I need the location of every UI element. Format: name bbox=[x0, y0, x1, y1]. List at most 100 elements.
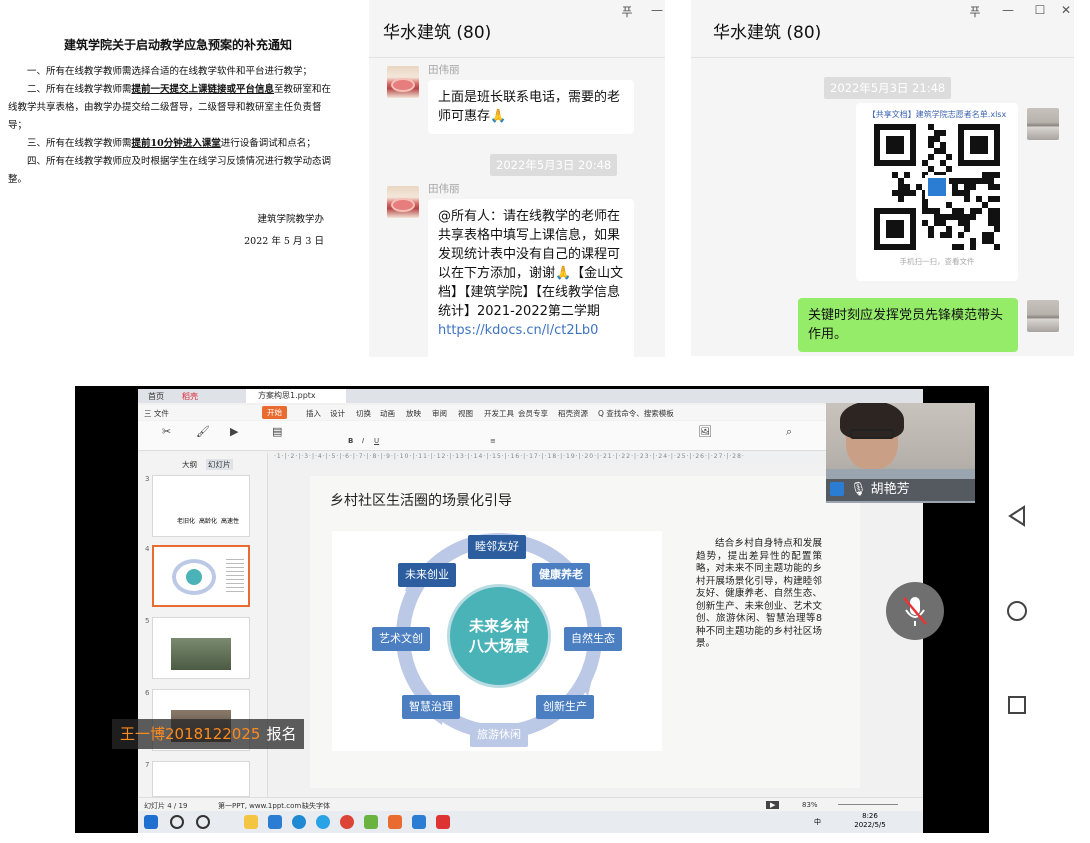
cut-icon[interactable]: ✂ bbox=[162, 425, 171, 438]
qr-code-icon bbox=[874, 124, 1000, 250]
tab-home[interactable]: 首页 bbox=[148, 391, 164, 402]
mute-button[interactable] bbox=[886, 582, 944, 640]
participant-tag: 报名 bbox=[266, 725, 297, 743]
mic-icon: 🎙 bbox=[850, 482, 867, 497]
avatar[interactable] bbox=[1027, 108, 1059, 140]
thumb-text: 高速性 bbox=[221, 518, 240, 525]
menu-item[interactable]: 切换 bbox=[356, 408, 371, 419]
mail-icon[interactable] bbox=[268, 815, 282, 829]
folder-icon[interactable] bbox=[244, 815, 258, 829]
android-nav-bar bbox=[989, 386, 1045, 833]
menu-item[interactable]: 开始 bbox=[262, 406, 287, 419]
menu-item[interactable]: 三 文件 bbox=[144, 408, 169, 419]
participant-name: 王一博2018122025 bbox=[120, 725, 261, 743]
new-slide-icon[interactable]: ▤ bbox=[272, 425, 282, 438]
camera-name-bar: 🎙 胡艳芳 bbox=[826, 479, 975, 501]
menu-item[interactable]: 审阅 bbox=[432, 408, 447, 419]
underline-icon[interactable]: U bbox=[374, 437, 379, 445]
menu-item[interactable]: 视图 bbox=[458, 408, 473, 419]
chat-title[interactable]: 华水建筑 (80) bbox=[713, 18, 821, 43]
message-text: @所有人：请在线教学的老师在共享表格中填写上课信息，如果发现统计表中没有自己的课… bbox=[438, 209, 624, 319]
wps-menu-bar: 三 文件 开始 插入 设计 切换 动画 放映 审阅 视图 开发工具 会员专享 稻壳资源 Q 查找命令、搜… bbox=[138, 405, 923, 420]
message-bubble[interactable]: @所有人：请在线教学的老师在共享表格中填写上课信息，如果发现统计表中没有自己的课… bbox=[428, 199, 634, 357]
slide-thumbnail[interactable] bbox=[152, 617, 250, 679]
back-icon[interactable] bbox=[1003, 502, 1031, 530]
tab-file[interactable]: 方案构思1.pptx bbox=[246, 389, 346, 403]
wps-writer-icon[interactable] bbox=[436, 815, 450, 829]
avatar[interactable] bbox=[387, 186, 419, 218]
menu-item[interactable]: 会员专享 bbox=[518, 408, 548, 419]
ime-indicator[interactable]: 中 bbox=[814, 817, 821, 827]
file-card[interactable]: 【共享文档】建筑学院志愿者名单.xlsx 手机扫一扫，查看文件 bbox=[856, 103, 1018, 281]
slide-thumbnail[interactable]: 老旧化 高龄化 高速性 bbox=[152, 475, 250, 537]
wps-tab-bar: 首页 稻壳 方案构思1.pptx bbox=[138, 389, 923, 403]
cortana-icon[interactable] bbox=[196, 815, 210, 829]
chrome-icon[interactable] bbox=[340, 815, 354, 829]
scene-diagram: 未来乡村 八大场景 睦邻友好 健康养老 自然生态 创新生产 旅游休闲 智慧治理 … bbox=[332, 531, 662, 751]
format-painter-icon[interactable]: 🖌 bbox=[196, 425, 210, 438]
missing-font[interactable]: 缺失字体 bbox=[302, 801, 330, 811]
panel-tab-slides[interactable]: 幻灯片 bbox=[206, 459, 233, 470]
scene-node: 智慧治理 bbox=[402, 695, 460, 719]
file-card-hint: 手机扫一扫，查看文件 bbox=[899, 257, 975, 266]
menu-item[interactable]: 设计 bbox=[330, 408, 345, 419]
panel-tab-outline[interactable]: 大纲 bbox=[182, 459, 197, 470]
align-icon[interactable]: ≡ bbox=[490, 437, 496, 445]
menu-item[interactable]: Q 查找命令、搜索模板 bbox=[598, 408, 674, 419]
notice-item-2-underlined: 提前一天提交上课链接或平台信息 bbox=[131, 84, 275, 95]
home-icon[interactable] bbox=[1003, 597, 1031, 625]
tab-shell[interactable]: 稻壳 bbox=[182, 391, 198, 402]
minimize-button[interactable]: — bbox=[1000, 3, 1016, 17]
search-icon[interactable] bbox=[170, 815, 184, 829]
slide-thumbnail-selected[interactable] bbox=[152, 545, 250, 607]
recents-icon[interactable] bbox=[1003, 691, 1031, 719]
camera-tile[interactable]: 🎙 胡艳芳 bbox=[826, 403, 975, 503]
minimize-button[interactable]: — bbox=[649, 3, 665, 17]
zoom-slider[interactable] bbox=[838, 804, 898, 805]
browser-icon[interactable] bbox=[316, 815, 330, 829]
notice-signature-org: 建筑学院教学办 bbox=[257, 214, 324, 225]
picture-icon[interactable]: 🖼 bbox=[698, 425, 712, 438]
bold-icon[interactable]: B bbox=[348, 437, 353, 445]
menu-item[interactable]: 稻壳资源 bbox=[558, 408, 588, 419]
notice-item-4: 四、所有在线教学教师应及时根据学生在线学习反馈情况进行教学动态调整。 bbox=[8, 156, 332, 185]
avatar[interactable] bbox=[1027, 300, 1059, 332]
scene-node: 艺术文创 bbox=[372, 627, 430, 651]
wps-status-bar: 幻灯片 4 / 19 第一PPT, www.1ppt.com 缺失字体 ▶ 83… bbox=[138, 797, 923, 811]
message-bubble[interactable]: 关键时刻应发挥党员先锋模范带头作用。 bbox=[798, 298, 1018, 352]
scene-node: 旅游休闲 bbox=[470, 723, 528, 747]
timestamp: 2022年5月3日 21:48 bbox=[824, 77, 952, 99]
edge-icon[interactable] bbox=[292, 815, 306, 829]
search-icon[interactable]: ⌕ bbox=[786, 425, 792, 439]
chat-title[interactable]: 华水建筑 (80) bbox=[383, 18, 491, 43]
slide-text: 结合乡村自身特点和发展趋势，提出差异性的配置策略，对未来不同主题功能的乡村开展场… bbox=[696, 538, 822, 649]
slide-thumbnail[interactable] bbox=[152, 761, 250, 797]
play-slideshow-icon[interactable]: ▶ bbox=[766, 801, 780, 809]
pin-icon[interactable]: 푸 bbox=[619, 3, 635, 20]
maximize-button[interactable]: ☐ bbox=[1032, 3, 1048, 17]
sender-name: 田伟丽 bbox=[428, 183, 460, 195]
slide-canvas[interactable]: 乡村社区生活圈的场景化引导 未来乡村 八大场景 睦邻友好 健康养老 自然生态 创… bbox=[310, 476, 860, 788]
start-icon[interactable] bbox=[144, 815, 158, 829]
close-button[interactable]: ✕ bbox=[1058, 3, 1074, 17]
shared-screen: 首页 稻壳 方案构思1.pptx 三 文件 开始 插入 设计 切换 动画 放映 审阅 视图 开发工… bbox=[138, 389, 923, 833]
wps-icon[interactable] bbox=[388, 815, 402, 829]
menu-item[interactable]: 动画 bbox=[380, 408, 395, 419]
menu-item[interactable]: 放映 bbox=[406, 408, 421, 419]
menu-item[interactable]: 开发工具 bbox=[484, 408, 514, 419]
menu-item[interactable]: 插入 bbox=[306, 408, 321, 419]
theme-name: 第一PPT, www.1ppt.com bbox=[218, 802, 302, 810]
center-line-1: 未来乡村 bbox=[468, 617, 529, 635]
scene-node: 创新生产 bbox=[536, 695, 594, 719]
message-bubble[interactable]: 上面是班长联系电话，需要的老师可惠存🙏 bbox=[428, 80, 634, 134]
meeting-icon[interactable] bbox=[412, 815, 426, 829]
avatar[interactable] bbox=[387, 66, 419, 98]
wechat-icon[interactable] bbox=[364, 815, 378, 829]
thumb-text: 老旧化 bbox=[177, 518, 196, 525]
zoom-level[interactable]: 83% bbox=[802, 801, 818, 809]
play-icon[interactable]: ▶ bbox=[230, 425, 238, 438]
italic-icon[interactable]: I bbox=[362, 437, 364, 445]
ruler: ·1·|·2·|·3·|·4·|·5·|·6·|·7·|·8·|·9·|·10·… bbox=[274, 453, 904, 463]
message-link[interactable]: https://kdocs.cn/l/ct2Lb0 bbox=[438, 323, 598, 338]
pin-icon[interactable]: 푸 bbox=[967, 3, 983, 20]
